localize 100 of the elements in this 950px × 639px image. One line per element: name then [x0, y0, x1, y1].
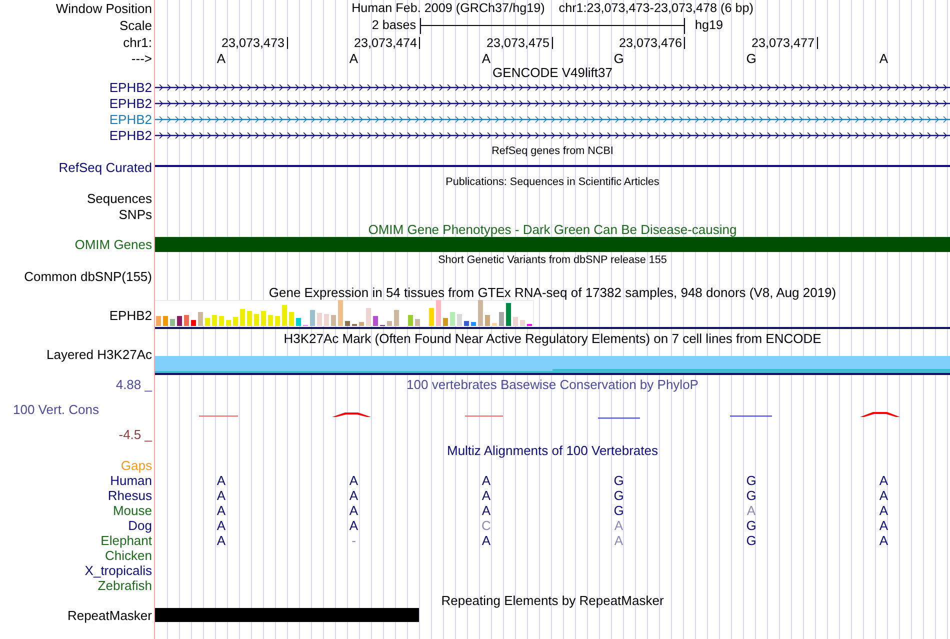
- expression-bar: [520, 320, 525, 326]
- reference-base: G: [614, 51, 624, 66]
- expression-bar: [177, 316, 182, 326]
- track-label: Sequences: [86, 190, 152, 206]
- aligned-base: G: [614, 488, 624, 503]
- row-label: Window Position: [56, 1, 152, 16]
- expression-bar: [296, 318, 301, 326]
- expression-bar: [275, 316, 280, 326]
- track-title: Short Genetic Variants from dbSNP release 155: [438, 252, 667, 268]
- track-title: Multiz Alignments of 100 Vertebrates: [446, 443, 658, 458]
- track-label: SNPs: [118, 206, 152, 222]
- reference-base: A: [879, 51, 888, 66]
- track-label: RepeatMasker: [67, 608, 152, 623]
- expression-bar: [317, 313, 322, 326]
- track-title: Gene Expression in 54 tissues from GTEx RNA-seq of 17382 samples, 948 donors (V8, Aug 2019): [268, 284, 836, 300]
- expression-bar: [394, 310, 399, 326]
- expression-bar: [163, 316, 168, 326]
- expression-bar: [464, 321, 469, 326]
- ruler-position: 23,073,477: [751, 36, 818, 48]
- track-title: RefSeq genes from NCBI: [492, 144, 614, 159]
- aligned-base: A: [879, 503, 888, 518]
- aligned-base: G: [746, 488, 756, 503]
- aligned-base: A: [746, 503, 756, 518]
- expression-bar: [268, 315, 273, 326]
- ruler-position: 23,073,474: [354, 36, 420, 48]
- aligned-base: A: [349, 473, 358, 488]
- aligned-base: G: [614, 503, 624, 518]
- expression-bar: [506, 303, 511, 326]
- species-label: X_tropicalis: [84, 563, 152, 578]
- expression-bar: [387, 321, 392, 326]
- expression-bar: [219, 316, 224, 326]
- axis-min-label: -4.5 _: [118, 427, 152, 442]
- species-label: Mouse: [112, 503, 152, 518]
- aligned-base: A: [879, 533, 888, 548]
- expression-bar: [205, 318, 210, 326]
- species-label: Zebrafish: [98, 578, 152, 593]
- expression-bar: [415, 319, 420, 326]
- aligned-base: A: [216, 473, 226, 488]
- expression-bar: [436, 300, 441, 326]
- track-title: OMIM Gene Phenotypes - Dark Green Can Be Disease-causing: [368, 222, 737, 237]
- conservation-peak: [332, 412, 371, 417]
- conservation-dash: [199, 416, 238, 417]
- axis-max-label: 4.88 _: [116, 377, 152, 392]
- expression-bar: [289, 312, 294, 326]
- species-label: Chicken: [105, 548, 152, 563]
- aligned-base: A: [349, 503, 358, 518]
- position-range: chr1:23,073,473-23,073,478 (6 bp): [558, 1, 754, 16]
- expression-bar: [156, 316, 161, 326]
- expression-bar: [443, 318, 448, 326]
- track-title: GENCODE V49lift37: [492, 65, 612, 80]
- expression-bar: [429, 308, 434, 326]
- expression-bar: [324, 314, 329, 326]
- expression-bar: [170, 319, 175, 326]
- aligned-base: A: [216, 488, 226, 503]
- expression-bar: [359, 322, 364, 326]
- track-label: OMIM Genes: [74, 237, 152, 252]
- track-label: EPHB2: [109, 128, 152, 143]
- aligned-base: G: [746, 518, 756, 533]
- track-label: RefSeq Curated: [58, 160, 152, 175]
- aligned-base: A: [482, 503, 491, 518]
- expression-bar: [233, 317, 238, 326]
- aligned-base: A: [349, 488, 358, 503]
- species-label: Human: [110, 473, 152, 488]
- expression-bar: [450, 312, 455, 326]
- track-label: EPHB2: [109, 308, 152, 322]
- expression-bar: [282, 305, 287, 326]
- expression-bar: [198, 312, 203, 326]
- species-label: Rhesus: [108, 488, 152, 503]
- aligned-base: A: [879, 518, 888, 533]
- expression-bar: [184, 315, 189, 326]
- aligned-base: A: [482, 473, 491, 488]
- expression-bar: [254, 314, 259, 326]
- aligned-base: A: [879, 488, 888, 503]
- conservation-peak: [860, 412, 900, 417]
- species-label: Elephant: [100, 533, 152, 548]
- expression-bar: [492, 323, 497, 326]
- assembly-title: Human Feb. 2009 (GRCh37/hg19): [352, 1, 545, 16]
- aligned-base: A: [482, 488, 491, 503]
- expression-bar: [366, 308, 371, 326]
- ruler-position: 23,073,475: [486, 36, 552, 48]
- expression-bar: [261, 311, 266, 326]
- row-label: chr1:: [123, 35, 152, 50]
- aligned-base: A: [614, 518, 624, 533]
- track-label: 100 Vert. Cons: [12, 402, 99, 417]
- aligned-base: G: [614, 473, 624, 488]
- expression-bar: [226, 320, 231, 326]
- aligned-base: -: [352, 533, 356, 548]
- expression-bar: [331, 315, 336, 326]
- reference-base: G: [746, 51, 756, 66]
- expression-bar: [345, 321, 350, 326]
- expression-bar: [373, 316, 378, 326]
- reference-base: A: [482, 51, 491, 66]
- expression-bar: [191, 320, 196, 326]
- ruler-position: 23,073,473: [221, 36, 288, 48]
- aligned-base: A: [879, 473, 888, 488]
- row-label: Scale: [119, 18, 152, 33]
- expression-bar: [338, 300, 343, 326]
- expression-bar: [513, 317, 518, 326]
- track-title: H3K27Ac Mark (Often Found Near Active Regulatory Elements) on 7 cell lines from ENCODE: [284, 331, 822, 346]
- expression-bar: [310, 310, 315, 326]
